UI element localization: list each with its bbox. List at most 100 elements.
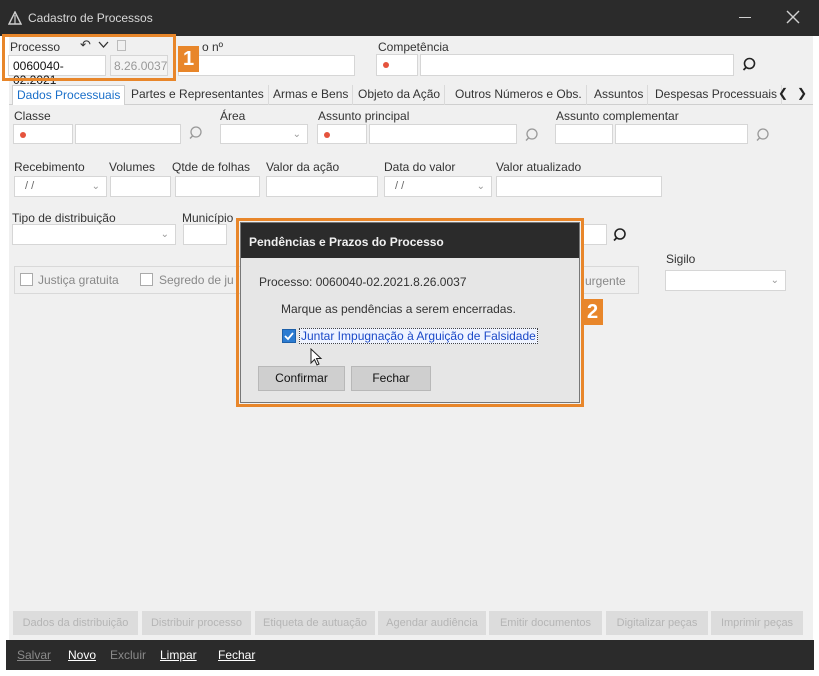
pedido-input[interactable] <box>178 55 355 76</box>
pendencia-checkbox[interactable] <box>282 329 296 343</box>
classe-label: Classe <box>14 109 51 123</box>
search-icon[interactable] <box>742 56 760 74</box>
search-icon[interactable] <box>188 125 206 143</box>
data-valor-label: Data do valor <box>384 160 456 174</box>
fechar-dialog-button[interactable]: Fechar <box>351 366 431 391</box>
tab-scroll-left-icon[interactable]: ❮ <box>778 86 788 100</box>
assunto-principal-input[interactable] <box>369 124 517 144</box>
competencia-label: Competência <box>378 40 449 54</box>
dialog-instruction: Marque as pendências a serem encerradas. <box>281 302 516 316</box>
competencia-code-input[interactable] <box>376 54 418 76</box>
segredo-label: Segredo de ju <box>159 273 234 287</box>
classe-code-input[interactable] <box>13 124 73 144</box>
valor-acao-input[interactable] <box>266 176 378 197</box>
digitalizar-pecas-button[interactable]: Digitalizar peças <box>606 611 708 635</box>
window-title: Cadastro de Processos <box>28 11 153 25</box>
tipo-distribuicao-label: Tipo de distribuição <box>12 211 116 225</box>
municipio-label: Município <box>182 211 234 225</box>
area-select[interactable]: ⌄ <box>220 124 308 144</box>
pendencia-item-label[interactable]: Juntar Impugnação à Arguição de Falsidad… <box>299 328 538 344</box>
tab-dados-processuais[interactable]: Dados Processuais <box>12 85 126 105</box>
dialog-processo-text: Processo: 0060040-02.2021.8.26.0037 <box>259 275 467 289</box>
excluir-button[interactable]: Excluir <box>110 648 146 662</box>
badge-1: 1 <box>178 46 199 72</box>
municipio-code-input[interactable] <box>183 224 227 245</box>
limpar-button[interactable]: Limpar <box>160 648 197 662</box>
dados-distribuicao-button[interactable]: Dados da distribuição <box>13 611 138 635</box>
tab-outros-numeros[interactable]: Outros Números e Obs. <box>451 85 587 105</box>
assunto-principal-code-input[interactable] <box>317 124 367 144</box>
volumes-label: Volumes <box>109 160 156 174</box>
tab-armas[interactable]: Armas e Bens <box>269 85 354 105</box>
mouse-cursor-icon <box>310 348 323 366</box>
assunto-complementar-label: Assunto complementar <box>556 109 679 123</box>
minimize-button[interactable] <box>738 10 752 24</box>
confirmar-label: Confirmar <box>275 371 328 385</box>
emitir-documentos-button[interactable]: Emitir documentos <box>489 611 602 635</box>
area-label: Área <box>220 109 246 123</box>
dialog-title-bar: Pendências e Prazos do Processo <box>241 223 579 258</box>
tab-scroll-right-icon[interactable]: ❯ <box>797 86 807 100</box>
assunto-complementar-input[interactable] <box>615 124 748 144</box>
salvar-label: Salvar <box>17 648 52 662</box>
required-dot <box>324 132 330 138</box>
valor-acao-label: Valor da ação <box>266 160 340 174</box>
sigilo-label: Sigilo <box>666 252 696 266</box>
limpar-label: Limpar <box>160 648 197 662</box>
data-valor-value: / / <box>395 180 405 192</box>
search-icon[interactable] <box>755 127 773 145</box>
fechar-dialog-label: Fechar <box>372 371 410 385</box>
volumes-input[interactable] <box>110 176 171 197</box>
sigilo-select[interactable]: ⌄ <box>665 270 786 291</box>
excluir-label: Excluir <box>110 648 147 662</box>
close-icon[interactable] <box>786 10 800 24</box>
agendar-audiencia-button[interactable]: Agendar audiência <box>378 611 486 635</box>
search-icon[interactable] <box>524 127 542 145</box>
required-dot <box>383 62 389 68</box>
app-logo-icon <box>8 11 22 25</box>
confirmar-button[interactable]: Confirmar <box>258 366 345 391</box>
fechar-label: Fechar <box>218 648 256 662</box>
tab-assuntos[interactable]: Assuntos <box>590 85 649 105</box>
imprimir-pecas-button[interactable]: Imprimir peças <box>711 611 803 635</box>
required-dot <box>20 132 26 138</box>
pedido-label: o nº <box>202 40 224 54</box>
recebimento-value: / / <box>25 180 35 192</box>
valor-atualizado-input[interactable] <box>496 176 662 197</box>
competencia-input[interactable] <box>420 54 734 76</box>
fechar-button[interactable]: Fechar <box>218 648 255 662</box>
badge-2: 2 <box>582 299 603 325</box>
distribuir-processo-button[interactable]: Distribuir processo <box>142 611 251 635</box>
data-valor-input[interactable]: / / ⌄ <box>384 176 492 197</box>
segredo-checkbox[interactable] <box>140 273 153 286</box>
assunto-complementar-code-input[interactable] <box>555 124 613 144</box>
municipio-input[interactable] <box>582 224 607 245</box>
novo-button[interactable]: Novo <box>68 648 96 662</box>
justica-gratuita-checkbox[interactable] <box>20 273 33 286</box>
chevron-down-icon: ⌄ <box>292 129 301 140</box>
etiqueta-autuacao-button[interactable]: Etiqueta de autuação <box>255 611 375 635</box>
urgente-label: urgente <box>585 274 626 288</box>
dialog-title: Pendências e Prazos do Processo <box>249 235 444 249</box>
qtde-folhas-input[interactable] <box>175 176 260 197</box>
chevron-down-icon: ⌄ <box>476 181 485 192</box>
justica-gratuita-label: Justiça gratuita <box>38 273 119 287</box>
novo-label: Novo <box>68 648 97 662</box>
valor-atualizado-label: Valor atualizado <box>496 160 582 174</box>
salvar-button[interactable]: Salvar <box>17 648 51 662</box>
chevron-down-icon: ⌄ <box>770 275 779 286</box>
search-icon[interactable] <box>612 227 630 245</box>
chevron-down-icon: ⌄ <box>160 229 169 240</box>
recebimento-label: Recebimento <box>14 160 85 174</box>
tab-objeto[interactable]: Objeto da Ação <box>354 85 446 105</box>
recebimento-date-input[interactable]: / / ⌄ <box>14 176 107 197</box>
classe-input[interactable] <box>75 124 181 144</box>
checkmark-icon <box>284 332 294 341</box>
tab-partes[interactable]: Partes e Representantes <box>127 85 269 105</box>
qtde-folhas-label: Qtde de folhas <box>172 160 251 174</box>
tab-despesas[interactable]: Despesas Processuais <box>651 85 783 105</box>
chevron-down-icon: ⌄ <box>91 181 100 192</box>
assunto-principal-label: Assunto principal <box>318 109 410 123</box>
highlight-box-1 <box>2 34 176 81</box>
tipo-distribuicao-select[interactable]: ⌄ <box>12 224 176 245</box>
